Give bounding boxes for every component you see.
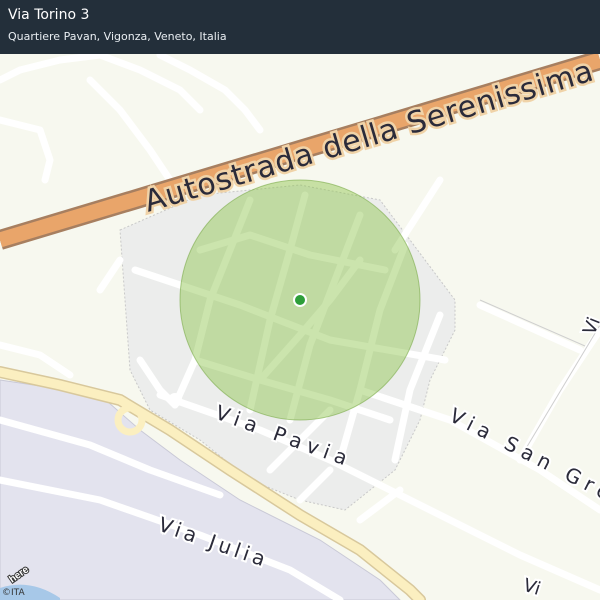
location-dot[interactable] [295,295,305,305]
address-subtitle: Quartiere Pavan, Vigonza, Veneto, Italia [8,30,227,43]
location-header: Via Torino 3 Quartiere Pavan, Vigonza, V… [0,0,600,54]
map-canvas[interactable]: Autostrada della Serenissima Via Pavia V… [0,0,600,600]
copyright-text: ©ITA [2,588,25,598]
address-title: Via Torino 3 [8,7,90,23]
